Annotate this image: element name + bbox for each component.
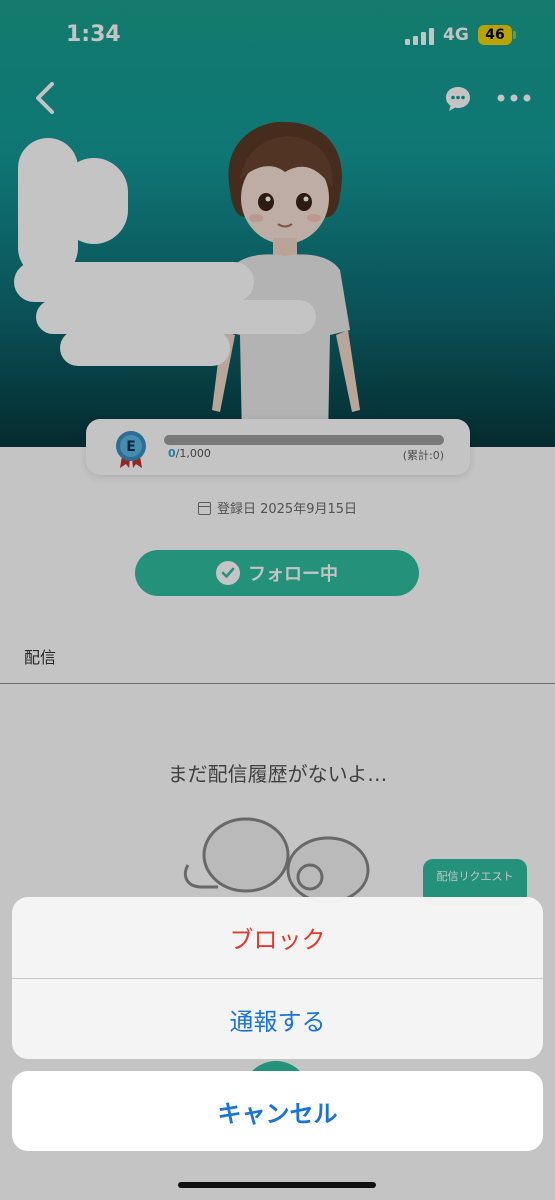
- report-button[interactable]: 通報する: [12, 978, 543, 1059]
- cancel-button[interactable]: キャンセル: [12, 1071, 543, 1151]
- block-button[interactable]: ブロック: [12, 897, 543, 978]
- home-indicator: [178, 1182, 376, 1188]
- action-sheet: ブロック 通報する: [12, 897, 543, 1059]
